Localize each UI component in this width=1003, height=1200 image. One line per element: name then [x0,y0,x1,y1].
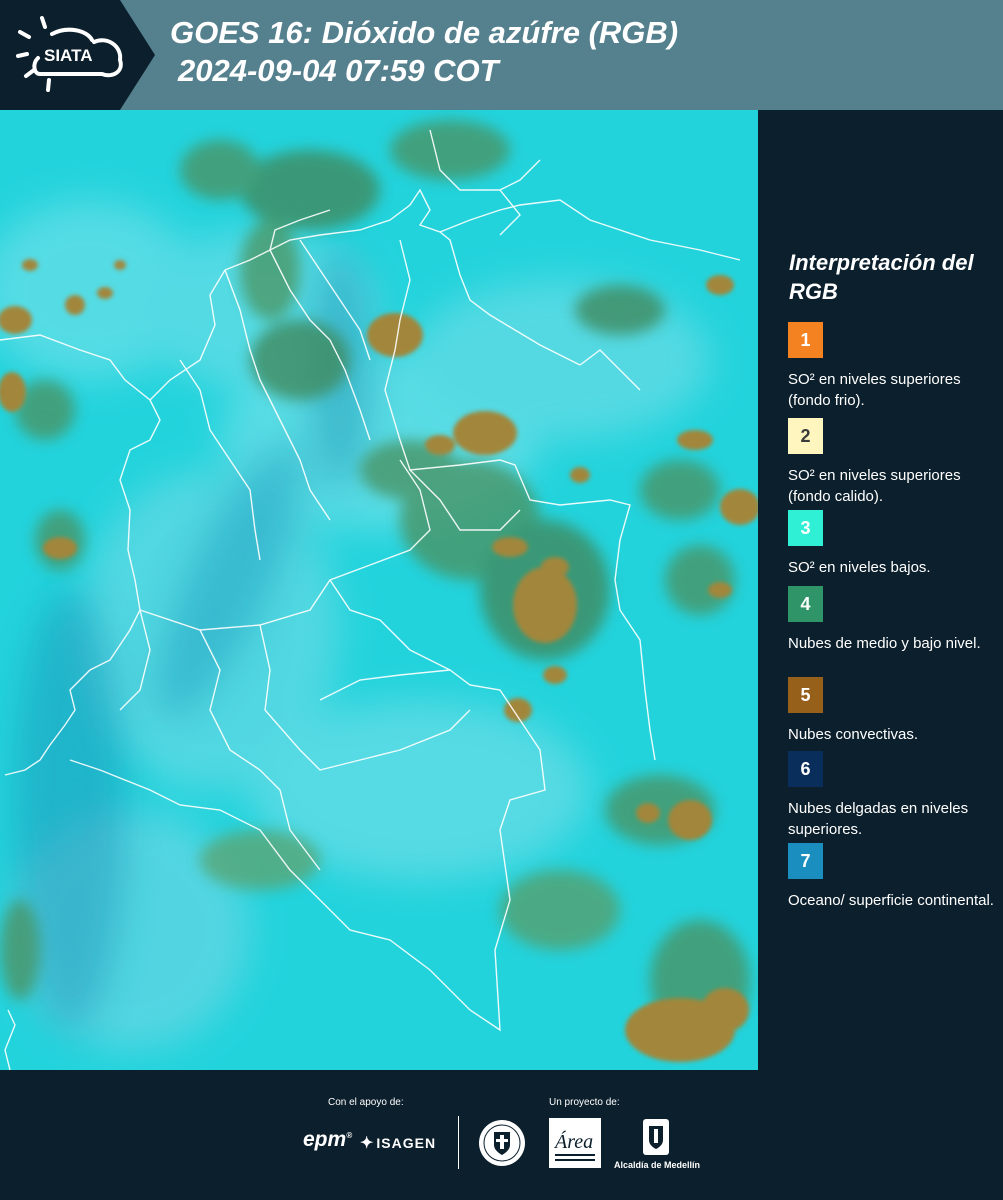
legend-text-4: Nubes de medio y bajo nivel. [788,635,981,652]
alcaldia-logo: Alcaldía de Medellín [612,1118,702,1170]
support-caption: Con el apoyo de: [328,1097,404,1108]
medellin-seal-icon [479,1120,525,1166]
siata-logo-text: SIATA [44,46,92,65]
header-bar: SIATA GOES 16: Dióxido de azúfre (RGB) 2… [0,0,1003,110]
legend-swatch-7: 7 [788,843,823,879]
legend-text-6: Nubes delgadas en niveles superiores. [788,800,969,838]
legend-text-7: Oceano/ superficie continental. [788,892,994,909]
legend-swatch-2: 2 [788,418,823,454]
legend-item-2: 2 SO² en niveles superiores (fondo calid… [788,418,998,507]
legend-item-3: 3 SO² en niveles bajos. [788,510,998,578]
footer: Con el apoyo de: Un proyecto de: epm® ✦ I… [0,1070,1003,1200]
logo-panel: SIATA [0,0,155,110]
project-caption: Un proyecto de: [549,1097,620,1108]
legend-item-1: 1 SO² en niveles superiores (fondo frio)… [788,322,998,411]
legend-item-6: 6 Nubes delgadas en niveles superiores. [788,751,998,840]
legend-item-7: 7 Oceano/ superficie continental. [788,843,998,911]
registered-mark: ® [346,1131,353,1140]
alcaldia-shield-icon [643,1119,669,1155]
legend-text-1: SO² en niveles superiores (fondo frio). [788,371,961,409]
alcaldia-label: Alcaldía de Medellín [613,1160,701,1170]
title-block: GOES 16: Dióxido de azúfre (RGB) 2024-09… [170,14,678,90]
isagen-star-icon: ✦ [360,1135,375,1152]
legend-swatch-3: 3 [788,510,823,546]
legend-panel: Interpretación del RGB 1 SO² en niveles … [758,110,1003,1070]
legend-swatch-4: 4 [788,586,823,622]
footer-divider [458,1116,459,1169]
legend-text-2: SO² en niveles superiores (fondo calido)… [788,467,961,505]
page-title: GOES 16: Dióxido de azúfre (RGB) [170,15,679,50]
isagen-logo-text: ISAGEN [376,1135,437,1151]
siata-logo: SIATA [16,16,123,92]
legend-swatch-6: 6 [788,751,823,787]
satellite-map [0,110,758,1070]
legend-text-5: Nubes convectivas. [788,726,919,743]
svg-text:Área: Área [553,1130,593,1153]
legend-swatch-1: 1 [788,322,823,358]
legend-title: Interpretación del RGB [789,250,974,304]
isagen-logo: ✦ ISAGEN [360,1133,436,1153]
legend-swatch-5: 5 [788,677,823,713]
epm-logo: epm® [303,1128,352,1152]
area-metropolitana-logo: Área [549,1118,601,1168]
epm-logo-text: epm [303,1128,347,1151]
legend-item-4: 4 Nubes de medio y bajo nivel. [788,586,998,654]
timestamp: 2024-09-04 07:59 COT [178,53,499,88]
legend-item-5: 5 Nubes convectivas. [788,677,998,745]
legend-text-3: SO² en niveles bajos. [788,559,931,576]
